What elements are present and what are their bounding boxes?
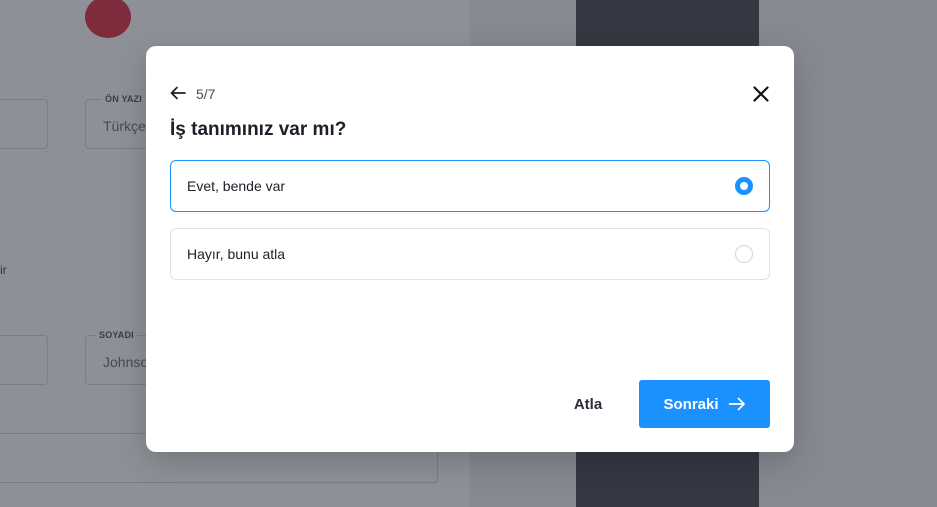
question-modal: 5/7 İş tanımınız var mı? Evet, bende var… bbox=[146, 46, 794, 452]
option-yes[interactable]: Evet, bende var bbox=[170, 160, 770, 212]
option-no-label: Hayır, bunu atla bbox=[187, 246, 286, 262]
option-yes-radio[interactable] bbox=[735, 177, 753, 195]
skip-button[interactable]: Atla bbox=[564, 380, 612, 428]
close-icon bbox=[753, 86, 769, 102]
close-button[interactable] bbox=[750, 83, 772, 105]
step-indicator: 5/7 bbox=[196, 86, 216, 102]
option-no[interactable]: Hayır, bunu atla bbox=[170, 228, 770, 280]
question-title: İş tanımınız var mı? bbox=[170, 119, 347, 140]
arrow-left-icon bbox=[170, 86, 186, 100]
next-button[interactable]: Sonraki bbox=[639, 380, 770, 428]
back-button[interactable] bbox=[168, 84, 188, 102]
option-no-radio[interactable] bbox=[735, 245, 753, 263]
next-button-label: Sonraki bbox=[663, 395, 719, 413]
option-yes-label: Evet, bende var bbox=[187, 178, 286, 194]
arrow-right-icon bbox=[728, 397, 745, 411]
